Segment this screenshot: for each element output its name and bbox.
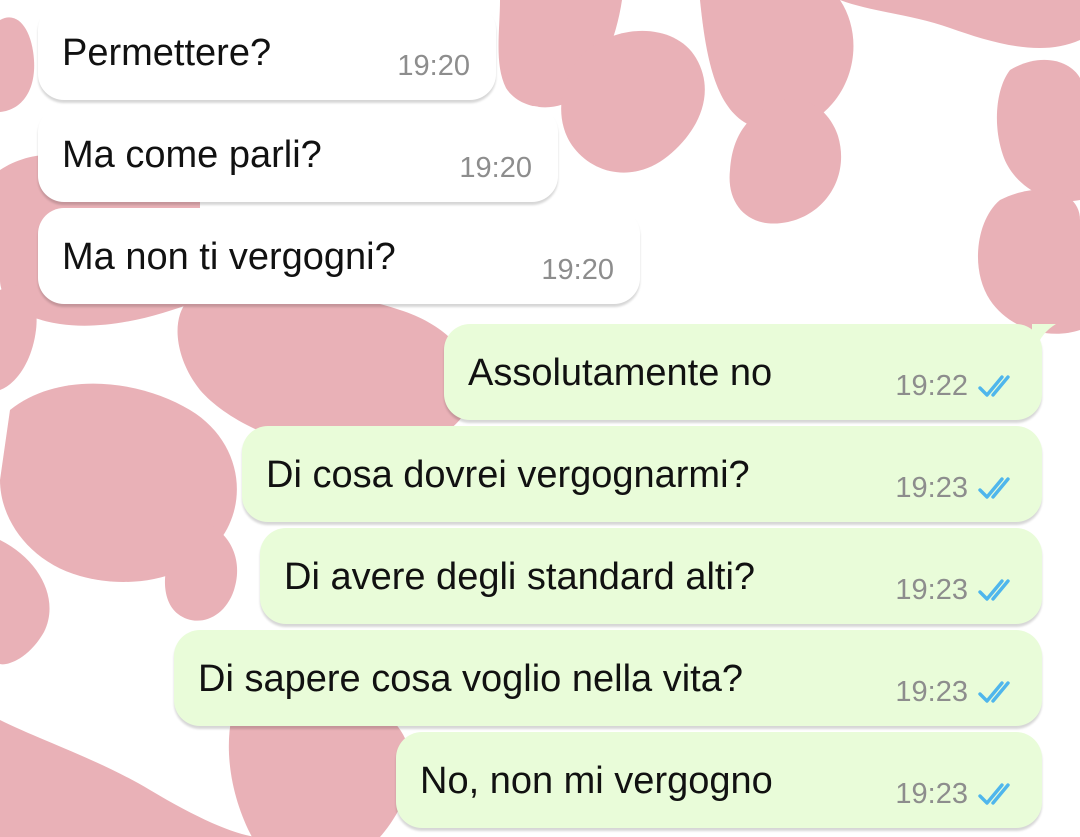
message-text: Ma come parli? <box>62 134 322 176</box>
read-double-check-icon <box>978 579 1010 601</box>
message-meta: 19:23 <box>895 676 1020 708</box>
message-time: 19:23 <box>895 574 968 606</box>
message-time: 19:23 <box>895 778 968 810</box>
message-time: 19:20 <box>397 50 470 82</box>
message-meta: 19:20 <box>459 152 532 184</box>
message-bubble-incoming[interactable]: Ma non ti vergogni? 19:20 <box>38 208 640 304</box>
message-bubble-incoming[interactable]: Ma come parli? 19:20 <box>38 106 558 202</box>
read-double-check-icon <box>978 477 1010 499</box>
bubble-tail <box>1032 324 1056 348</box>
message-time: 19:23 <box>895 472 968 504</box>
message-meta: 19:22 <box>895 370 1020 402</box>
message-meta: 19:23 <box>895 574 1020 606</box>
message-time: 19:20 <box>459 152 532 184</box>
message-meta: 19:23 <box>895 472 1020 504</box>
message-bubble-outgoing[interactable]: Assolutamente no 19:22 <box>444 324 1056 420</box>
message-meta: 19:20 <box>541 254 614 286</box>
read-double-check-icon <box>978 783 1010 805</box>
message-text: Di cosa dovrei vergognarmi? <box>266 454 750 496</box>
message-bubble-outgoing[interactable]: No, non mi vergogno 19:23 <box>396 732 1042 828</box>
read-double-check-icon <box>978 681 1010 703</box>
message-meta: 19:23 <box>895 778 1020 810</box>
message-text: Di avere degli standard alti? <box>284 556 756 598</box>
message-bubble-outgoing[interactable]: Di avere degli standard alti? 19:23 <box>260 528 1042 624</box>
message-bubble-incoming[interactable]: Permettere? 19:20 <box>24 4 496 100</box>
message-text: Ma non ti vergogni? <box>62 236 396 278</box>
message-time: 19:23 <box>895 676 968 708</box>
message-text: Assolutamente no <box>468 352 773 394</box>
message-time: 19:22 <box>895 370 968 402</box>
read-double-check-icon <box>978 375 1010 397</box>
message-meta: 19:20 <box>397 50 470 82</box>
message-text: Permettere? <box>62 32 272 74</box>
message-text: No, non mi vergogno <box>420 760 773 802</box>
message-time: 19:20 <box>541 254 614 286</box>
message-bubble-outgoing[interactable]: Di cosa dovrei vergognarmi? 19:23 <box>242 426 1042 522</box>
message-bubble-outgoing[interactable]: Di sapere cosa voglio nella vita? 19:23 <box>174 630 1042 726</box>
bubble-tail <box>24 4 48 28</box>
message-text: Di sapere cosa voglio nella vita? <box>198 658 743 700</box>
chat-message-list: Permettere? 19:20 Ma come parli? 19:20 M… <box>0 0 1080 837</box>
